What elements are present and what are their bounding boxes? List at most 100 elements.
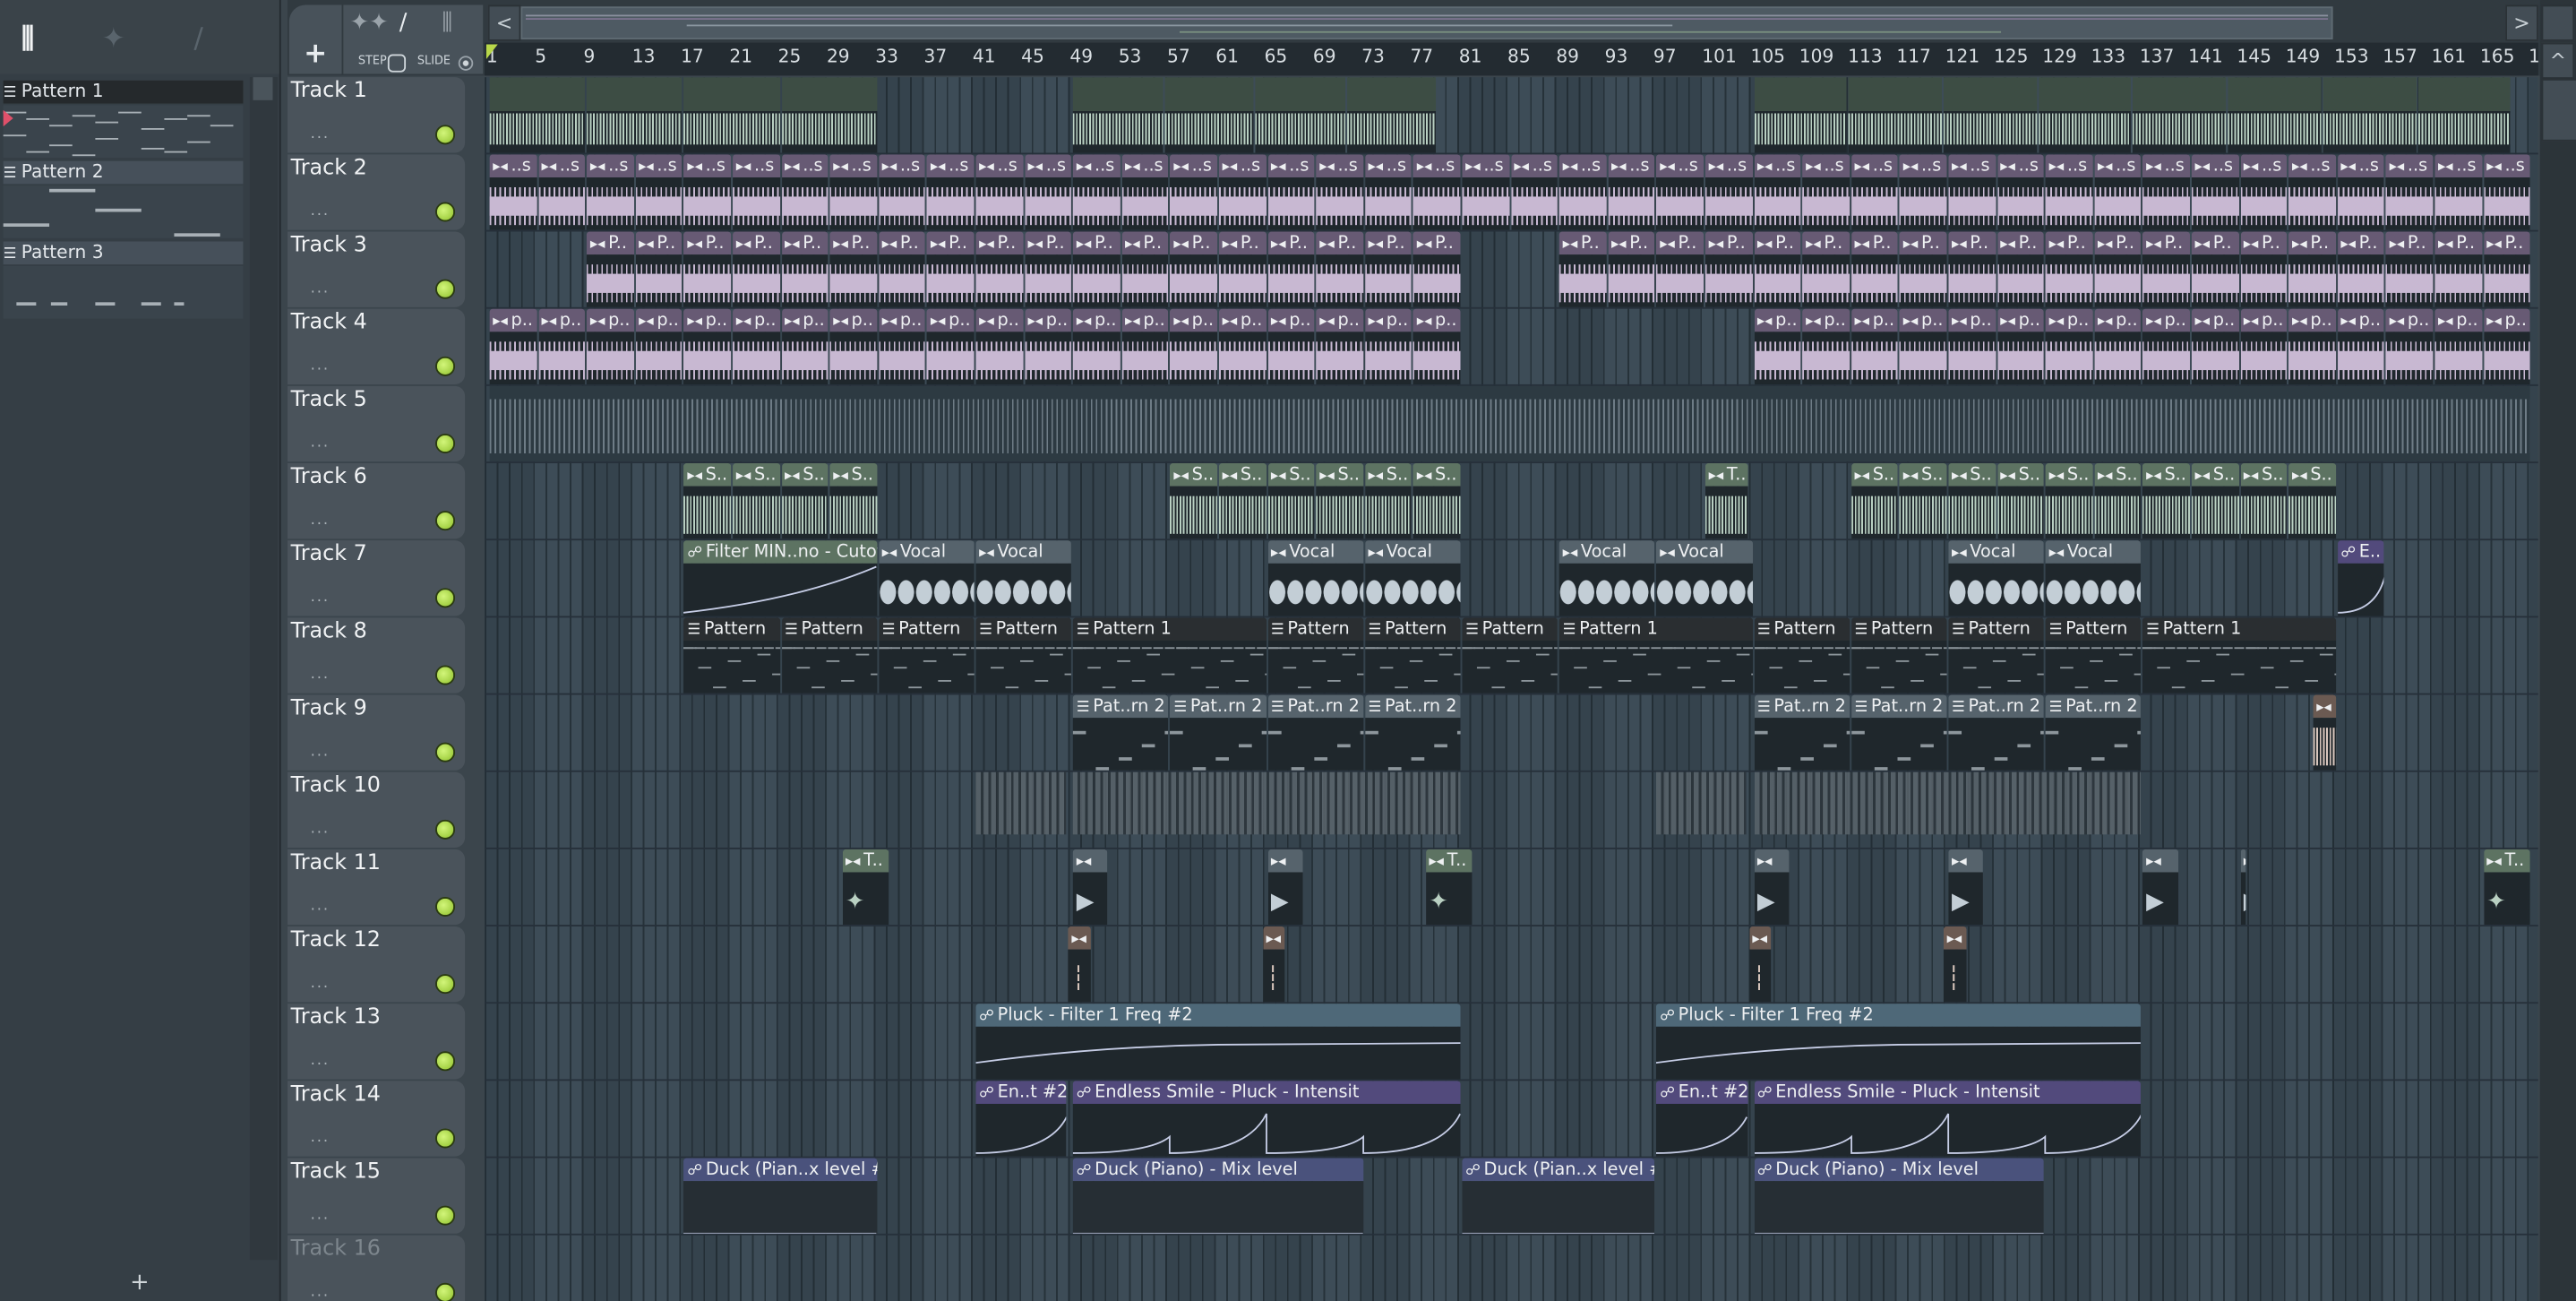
vertical-scroll-thumb[interactable] [2541, 78, 2576, 142]
audio-clip[interactable]: ▸◂ ..s [1170, 154, 1218, 230]
audio-clip[interactable]: ▸◂ p.. [1170, 308, 1218, 384]
audio-clip[interactable]: ▸◂ p.. [781, 308, 829, 384]
audio-clip[interactable]: ▸◂ S.. [1850, 462, 1899, 539]
track-mute-led[interactable] [435, 896, 456, 917]
track-options[interactable]: ... [311, 280, 330, 297]
automation-clip-icon[interactable]: ∕ [399, 10, 408, 36]
track-mute-led[interactable] [435, 1282, 456, 1301]
audio-clip[interactable]: ▸◂ ..s [1996, 154, 2045, 230]
audio-clip[interactable]: ▸◂ p.. [1024, 308, 1072, 384]
pattern-item-1[interactable]: ☰ Pattern 1 [3, 80, 244, 104]
hit-clip[interactable]: ▸◂▶ [1073, 849, 1108, 926]
audio-clip[interactable] [1754, 77, 1848, 153]
pattern-clip[interactable]: ☰ Pat..rn 2 [2045, 694, 2142, 771]
scroll-up-button[interactable]: ^ [2541, 42, 2575, 79]
audio-clip[interactable]: ▸◂ ..s [1900, 154, 1947, 230]
audio-clip[interactable]: ▸◂ p.. [1754, 308, 1801, 384]
hit-clip[interactable]: ▸◂ ┆ [1748, 926, 1773, 1003]
audio-clip[interactable]: ▸◂ ..s [878, 154, 926, 230]
audio-clip[interactable]: ▸◂ p.. [635, 308, 683, 384]
audio-clip[interactable] [781, 77, 878, 153]
step-toggle[interactable] [387, 54, 407, 73]
audio-clip[interactable]: ▸◂ ..s [2483, 154, 2531, 230]
audio-clip[interactable]: ▸◂ ..s [1316, 154, 1363, 230]
audio-clip[interactable]: ▸◂ P.. [2045, 231, 2093, 307]
audio-clip[interactable]: ▸◂ P.. [2483, 231, 2531, 307]
track-options[interactable]: ... [311, 435, 330, 452]
pattern-item-3[interactable]: ☰ Pattern 3 [3, 241, 244, 265]
track-header[interactable]: Track 5... [287, 385, 466, 462]
audio-clip[interactable]: ▸◂ P.. [587, 231, 634, 307]
track-mute-led[interactable] [435, 974, 456, 995]
audio-clip[interactable]: ▸◂ S.. [683, 462, 732, 539]
auto-clip[interactable]: ☍Duck (Pian..x level #2 [683, 1158, 878, 1234]
audio-clip[interactable]: ▸◂ P.. [2337, 231, 2385, 307]
audio-clip[interactable]: ▸◂ P.. [635, 231, 683, 307]
audio-clip[interactable]: ▸◂ p.. [2288, 308, 2336, 384]
track-options[interactable]: ... [311, 1207, 330, 1223]
auto-clip[interactable]: ☍ Duck (Piano) - Mix level [1754, 1158, 2045, 1234]
audio-clip[interactable] [2323, 77, 2417, 153]
audio-clip[interactable]: ▸◂ P.. [2434, 231, 2482, 307]
track-options[interactable]: ... [311, 203, 330, 220]
audio-clip[interactable]: ▸◂ S.. [1996, 462, 2045, 539]
playhead-marker[interactable] [485, 44, 498, 59]
audio-clip[interactable] [2228, 77, 2322, 153]
audio-clip[interactable]: ▸◂ P.. [683, 231, 732, 307]
audio-clip[interactable]: ▸◂ P.. [2094, 231, 2142, 307]
pattern-clip[interactable]: ☰ Pattern 1 [1073, 617, 1267, 694]
audio-clip[interactable]: ▸◂ S.. [1218, 462, 1267, 539]
audio-clip[interactable]: ▸◂ ..s [1608, 154, 1655, 230]
audio-clip[interactable]: ▸◂ Vocal [878, 540, 975, 616]
audio-clip[interactable]: ▸◂ S.. [1948, 462, 1996, 539]
audio-clip[interactable]: ▸◂ p.. [2045, 308, 2093, 384]
audio-clip[interactable] [489, 77, 586, 153]
track-header[interactable]: Track 1... [287, 77, 466, 153]
audio-clip[interactable]: ▸◂ ..s [1754, 154, 1801, 230]
audio-clip[interactable]: ▸◂ P.. [1802, 231, 1850, 307]
hit-clip[interactable]: ▸◂▶ [1754, 849, 1790, 926]
track-options[interactable]: ... [311, 1130, 330, 1146]
audio-clip[interactable]: ▸◂ p.. [537, 308, 586, 384]
audio-clip[interactable] [683, 77, 780, 153]
steps-clip[interactable] [975, 771, 1066, 848]
track-mute-led[interactable] [435, 125, 456, 145]
audio-clip[interactable]: ▸◂ ..s [537, 154, 586, 230]
audio-clip[interactable] [587, 77, 683, 153]
audio-clip[interactable]: ▸◂ p.. [1996, 308, 2045, 384]
pattern-clip[interactable]: ☰ Pattern [1850, 617, 1947, 694]
audio-clip[interactable]: ▸◂ S.. [1170, 462, 1218, 539]
audio-clip[interactable]: ▸◂ ..s [829, 154, 878, 230]
audio-clip[interactable]: ▸◂ S.. [829, 462, 878, 539]
track-options[interactable]: ... [311, 667, 330, 683]
audio-clip[interactable]: ▸◂ ..s [1413, 154, 1461, 230]
audio-clip[interactable]: ▸◂ P.. [1218, 231, 1267, 307]
playlist-grid[interactable]: ▸◂ ..s ▸◂ ..s ▸◂ ..s ▸◂ ..s ▸◂ ..s ▸◂ ..s ▸◂ ..s ▸◂ ..s… [485, 77, 2538, 1301]
pattern-clip[interactable]: ☰ Pattern [1948, 617, 2045, 694]
audio-clip[interactable]: ▸◂ T.. [1704, 462, 1747, 539]
steps-clip[interactable] [1073, 771, 1461, 848]
audio-clip[interactable]: ▸◂ S.. [2288, 462, 2336, 539]
track-mute-led[interactable] [435, 742, 456, 763]
track-options[interactable]: ... [311, 822, 330, 838]
track-mute-led[interactable] [435, 1205, 456, 1226]
add-pattern-button[interactable]: + [0, 1265, 279, 1301]
audio-clip[interactable]: ▸◂ ..s [587, 154, 634, 230]
auto-clip[interactable]: ☍ Pluck - Filter 1 Freq #2 [975, 1004, 1461, 1080]
hit-clip[interactable]: ▸◂▶ [1948, 849, 1984, 926]
audio-clip[interactable]: ▸◂ ..s [1948, 154, 1996, 230]
audio-clip-icon[interactable]: ✦✦ [350, 10, 389, 36]
pattern-clip[interactable]: ☰ Pattern [2045, 617, 2142, 694]
track-header[interactable]: Track 3... [287, 231, 466, 307]
scrollbar-thumb[interactable] [253, 77, 273, 100]
audio-clip[interactable] [2133, 77, 2227, 153]
audio-clip[interactable]: ▸◂ P.. [1558, 231, 1607, 307]
audio-clip[interactable]: ▸◂ ..s [2434, 154, 2482, 230]
audio-clip[interactable]: ▸◂ p.. [2385, 308, 2434, 384]
track-mute-led[interactable] [435, 511, 456, 531]
audio-clip[interactable]: ▸◂ p.. [927, 308, 975, 384]
pattern-clip[interactable]: ☰ Pattern [683, 617, 780, 694]
track-options[interactable]: ... [311, 126, 330, 142]
track-header[interactable]: Track 12... [287, 926, 466, 1003]
audio-clip[interactable]: ▸◂ ..s [2094, 154, 2142, 230]
